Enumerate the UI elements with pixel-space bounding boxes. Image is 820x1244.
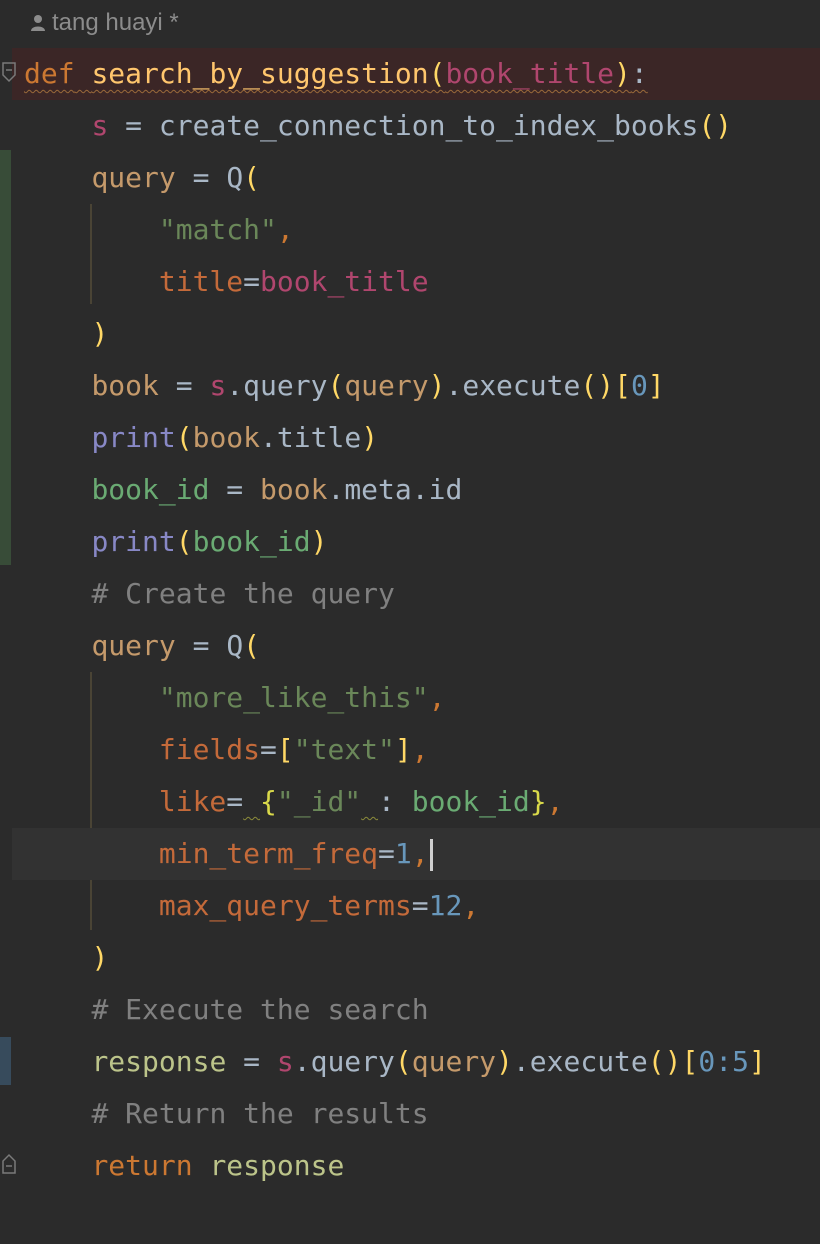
code-line[interactable]: ) [12,308,820,360]
code-line[interactable]: # Create the query [12,568,820,620]
code-line[interactable]: book_id = book.meta.id [12,464,820,516]
function-name: search_by_suggestion [91,57,429,90]
code-line[interactable]: like= {"_id" : book_id}, [12,776,820,828]
code-author-hint[interactable]: tang huayi * [30,8,179,38]
code-comment: # Execute the search [91,993,429,1026]
parameter: book_title [445,57,615,90]
fold-collapse-icon[interactable] [1,62,17,83]
code-line[interactable]: response = s.query(query).execute()[0:5] [12,1036,820,1088]
code-line[interactable]: max_query_terms=12, [12,880,820,932]
vcs-change-marker[interactable] [0,150,11,565]
text-caret [429,839,433,871]
code-line[interactable]: "match", [12,204,820,256]
code-line[interactable]: "more_like_this", [12,672,820,724]
code-line[interactable]: s = create_connection_to_index_books() [12,100,820,152]
code-line[interactable]: book = s.query(query).execute()[0] [12,360,820,412]
vcs-change-marker[interactable] [0,1037,11,1085]
code-line[interactable]: query = Q( [12,152,820,204]
code-line[interactable]: print(book_id) [12,516,820,568]
code-comment: # Create the query [91,577,395,610]
code-line[interactable]: ) [12,932,820,984]
author-name: tang huayi * [52,9,179,36]
code-comment: # Return the results [91,1097,429,1130]
code-line[interactable]: # Return the results [12,1088,820,1140]
code-line[interactable]: return response [12,1140,820,1192]
fold-end-icon[interactable] [1,1152,17,1174]
code-line[interactable]: print(book.title) [12,412,820,464]
person-icon [30,14,46,32]
code-token: def [24,57,75,90]
code-line[interactable]: fields=["text"], [12,724,820,776]
code-line[interactable]: # Execute the search [12,984,820,1036]
code-line-current[interactable]: min_term_freq=1, [12,828,820,880]
code-line[interactable]: title=book_title [12,256,820,308]
code-line[interactable]: query = Q( [12,620,820,672]
code-line[interactable]: def search_by_suggestion(book_title): [12,48,820,100]
